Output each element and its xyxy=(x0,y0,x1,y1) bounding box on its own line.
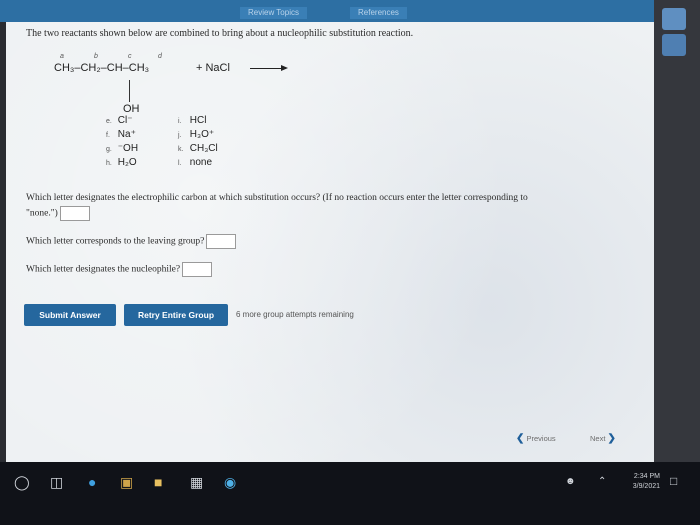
answer-3-input[interactable] xyxy=(182,262,213,277)
browser-side-strip xyxy=(654,0,700,465)
retry-group-button[interactable]: Retry Entire Group xyxy=(124,304,228,326)
question-2: Which letter corresponds to the leaving … xyxy=(26,234,237,249)
choice-item: k. CH₃Cl xyxy=(178,143,218,154)
question-3: Which letter designates the nucleophile? xyxy=(26,262,213,277)
oh-bond xyxy=(129,80,130,102)
question-1-text: Which letter designates the electrophili… xyxy=(26,193,528,203)
reaction-arrow-icon xyxy=(250,65,288,71)
app-icon[interactable]: ▦ xyxy=(190,474,203,491)
review-topics-tab[interactable]: Review Topics xyxy=(240,7,307,19)
answer-1-input[interactable] xyxy=(59,206,90,221)
carbon-letter: d xyxy=(158,53,162,60)
choice-item: j. H₃O⁺ xyxy=(178,129,215,140)
question-intro: The two reactants shown below are combin… xyxy=(26,28,414,39)
reagent: + NaCl xyxy=(196,62,230,74)
carbon-letter: a xyxy=(60,53,64,60)
clock[interactable]: 2:34 PM 3/9/2021 xyxy=(633,472,660,492)
people-icon[interactable]: ☻ xyxy=(565,476,576,487)
file-explorer-icon[interactable]: ■ xyxy=(154,474,162,490)
choices-right: i. HCl j. H₃O⁺ k. CH₃Cl l. none xyxy=(178,114,218,170)
store-icon[interactable]: ▣ xyxy=(120,474,133,491)
question-2-text: Which letter corresponds to the leaving … xyxy=(26,236,205,247)
taskbar: ◯ ◫ ● ▣ ■ ▦ ◉ ☻ ⌃ 2:34 PM 3/9/2021 □ xyxy=(0,462,700,525)
carbon-letter: b xyxy=(94,53,98,60)
question-1-none-text: "none.") xyxy=(26,208,58,219)
edge-browser-icon[interactable]: ● xyxy=(88,474,96,490)
task-view-icon[interactable]: ◫ xyxy=(50,474,63,491)
chrome-icon[interactable]: ◉ xyxy=(224,474,236,491)
window-control-icon[interactable] xyxy=(662,8,686,30)
next-label: Next xyxy=(590,434,606,443)
choice-item: i. HCl xyxy=(178,115,207,126)
choice-item: h. H₂O xyxy=(106,157,137,168)
carbon-letter: c xyxy=(128,53,132,60)
references-tab[interactable]: References xyxy=(350,7,407,19)
choice-item: g. ⁻OH xyxy=(106,143,139,154)
window-control-icon[interactable] xyxy=(662,34,686,56)
top-bar: Review Topics References xyxy=(0,0,700,22)
cortana-icon[interactable]: ◯ xyxy=(14,474,30,491)
choice-item: l. none xyxy=(178,157,213,168)
previous-label: Previous xyxy=(526,434,556,443)
submit-answer-button[interactable]: Submit Answer xyxy=(24,304,116,326)
attempts-remaining: 6 more group attempts remaining xyxy=(236,310,354,319)
choice-item: f. Na⁺ xyxy=(106,129,136,140)
choice-item: e. Cl⁻ xyxy=(106,115,133,126)
question-page: The two reactants shown below are combin… xyxy=(6,22,654,462)
clock-date: 3/9/2021 xyxy=(632,483,660,490)
question-1-line2: "none.") xyxy=(26,206,90,221)
chevron-left-icon: ❮ xyxy=(516,433,525,444)
next-button[interactable]: Next ❯ xyxy=(590,432,616,446)
chevron-up-icon[interactable]: ⌃ xyxy=(598,476,606,487)
previous-button[interactable]: ❮ Previous xyxy=(516,432,556,446)
answer-2-input[interactable] xyxy=(206,234,237,249)
notifications-icon[interactable]: □ xyxy=(670,474,677,488)
choices-left: e. Cl⁻ f. Na⁺ g. ⁻OH h. H₂O xyxy=(106,114,138,170)
question-3-text: Which letter designates the nucleophile? xyxy=(26,264,181,275)
clock-time: 2:34 PM xyxy=(633,473,660,480)
chevron-right-icon: ❯ xyxy=(607,433,616,444)
molecule-formula: CH₃–CH₂–CH–CH₃ xyxy=(54,62,150,74)
